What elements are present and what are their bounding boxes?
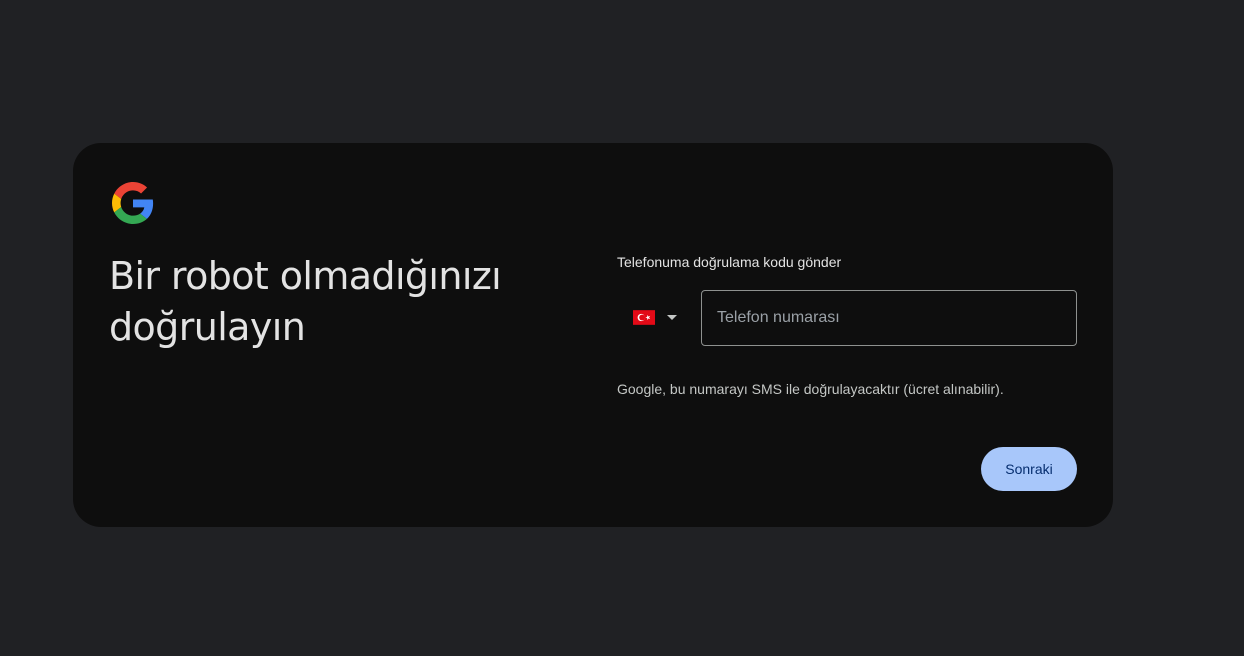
sms-helper-text: Google, bu numarayı SMS ile doğrulayacak… [617,381,1004,397]
verification-label: Telefonuma doğrulama kodu gönder [617,254,842,270]
country-code-dropdown[interactable] [623,293,693,341]
page-title: Bir robot olmadığınızı doğrulayın [109,254,502,349]
verification-card: Bir robot olmadığınızı doğrulayın Telefo… [73,143,1113,527]
phone-number-input[interactable] [701,290,1077,346]
caret-down-icon [667,314,677,320]
turkey-flag-icon [633,309,655,325]
next-button[interactable]: Sonraki [981,447,1077,491]
google-logo-icon [112,182,154,224]
